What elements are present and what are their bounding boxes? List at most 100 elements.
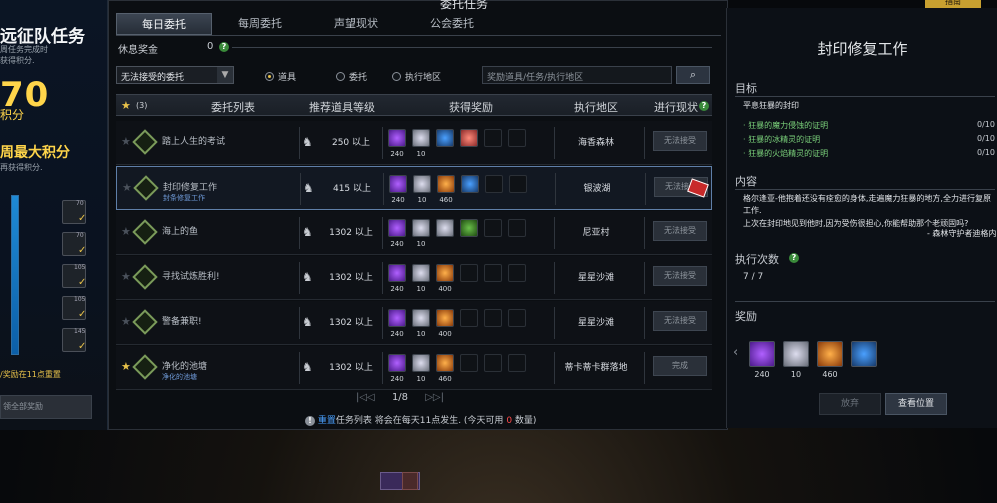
tab-reputation[interactable]: 声望现状 bbox=[308, 13, 404, 35]
quest-level: 250 以上 bbox=[331, 138, 371, 148]
expedition-desc-2: 获得积分. bbox=[0, 56, 35, 65]
detail-reward-2-qty: 10 bbox=[790, 370, 802, 379]
help-icon[interactable]: ? bbox=[219, 42, 229, 52]
next-page-icon[interactable]: ▷▷| bbox=[425, 392, 444, 403]
reward-item-icon[interactable] bbox=[388, 129, 406, 147]
quest-level: 1302 以上 bbox=[329, 228, 373, 238]
reward-slot-1[interactable]: 70 ✓ bbox=[62, 200, 86, 224]
radio-area[interactable]: 执行地区 bbox=[392, 70, 441, 83]
quest-filter-select[interactable]: 无法接受的委托 ▼ bbox=[116, 66, 234, 84]
reward-slot-2[interactable]: 70 ✓ bbox=[62, 232, 86, 256]
reward-item-icon[interactable] bbox=[413, 175, 431, 193]
table-row[interactable]: ★ 封印修复工作 封条修复工作 ♞ 415 以上 240 10 460 银波湖 无法接受 bbox=[116, 166, 712, 210]
quest-status-button[interactable]: 完成 bbox=[653, 356, 707, 376]
reward-qty: 10 bbox=[416, 240, 426, 248]
reward-qty: 10 bbox=[416, 375, 426, 383]
reward-item-icon[interactable] bbox=[436, 264, 454, 282]
item-icon bbox=[402, 472, 418, 490]
table-row[interactable]: ★ 寻找试炼胜利! ♞ 1302 以上 240 10 400 星星沙滩 无法接受 bbox=[116, 256, 712, 300]
favorite-star-icon[interactable]: ★ bbox=[121, 225, 131, 238]
reward-slot-5[interactable]: 145 ✓ bbox=[62, 328, 86, 352]
reward-item-icon[interactable] bbox=[436, 354, 454, 372]
reward-item-icon[interactable] bbox=[461, 175, 479, 193]
chevron-left-icon[interactable]: ‹ bbox=[733, 345, 738, 360]
favorite-star-icon[interactable]: ★ bbox=[121, 360, 131, 373]
divider bbox=[644, 307, 645, 339]
reward-slot-3[interactable]: 105 ✓ bbox=[62, 264, 86, 288]
helmet-icon: ♞ bbox=[302, 270, 313, 284]
empty-reward-slot bbox=[508, 129, 526, 147]
divider bbox=[644, 217, 645, 249]
help-icon[interactable]: ? bbox=[789, 253, 799, 263]
table-row[interactable]: ★ 净化的池塘 净化的池塘 ♞ 1302 以上 240 10 460 蒂卡蒂卡群落地 完成 bbox=[116, 346, 712, 390]
helmet-icon: ♞ bbox=[302, 315, 313, 329]
reward-item-icon[interactable] bbox=[412, 309, 430, 327]
search-button[interactable]: ⌕ bbox=[676, 66, 710, 84]
divider bbox=[382, 217, 383, 249]
quest-status-button[interactable]: 无法接受 bbox=[653, 266, 707, 286]
table-row[interactable]: ★ 海上的鱼 ♞ 1302 以上 240 10 尼亚村 无法接受 bbox=[116, 211, 712, 255]
empty-reward-slot bbox=[508, 309, 526, 327]
detail-title: 封印修复工作 bbox=[817, 40, 908, 58]
favorite-star-icon[interactable]: ★ bbox=[121, 315, 131, 328]
quest-filter-value: 无法接受的委托 bbox=[121, 73, 185, 83]
target-2: · 狂暴的冰精灵的证明 bbox=[743, 135, 821, 144]
helmet-icon: ♞ bbox=[302, 225, 313, 239]
reward-item-icon[interactable] bbox=[388, 264, 406, 282]
abandon-button[interactable]: 放弃 bbox=[819, 393, 881, 415]
quest-status-button[interactable]: 无法接受 bbox=[653, 131, 707, 151]
favorite-star-icon[interactable]: ★ bbox=[121, 270, 131, 283]
tab-guild[interactable]: 公会委托 bbox=[404, 13, 500, 35]
max-score-desc: 再获得积分. bbox=[0, 163, 43, 172]
quest-name: 海上的鱼 bbox=[162, 227, 199, 237]
empty-reward-slot bbox=[485, 175, 503, 193]
search-input[interactable]: 奖励道具/任务/执行地区 bbox=[482, 66, 672, 84]
helmet-icon: ♞ bbox=[303, 181, 314, 195]
reward-item-icon[interactable] bbox=[388, 354, 406, 372]
table-row[interactable]: ★ 踏上人生的考试 ♞ 250 以上 240 10 海香森林 无法接受 bbox=[116, 121, 712, 165]
helmet-icon: ♞ bbox=[302, 135, 313, 149]
quest-level: 415 以上 bbox=[332, 184, 372, 194]
reward-item-icon[interactable] bbox=[436, 309, 454, 327]
reward-item-icon[interactable] bbox=[460, 219, 478, 237]
table-row[interactable]: ★ 警备兼职! ♞ 1302 以上 240 10 400 星星沙滩 无法接受 bbox=[116, 301, 712, 345]
detail-reward-3[interactable] bbox=[817, 341, 843, 367]
reward-item-icon[interactable] bbox=[436, 129, 454, 147]
favorite-star-icon[interactable]: ★ bbox=[121, 135, 131, 148]
radio-item[interactable]: 道具 bbox=[265, 70, 296, 83]
claim-all-button[interactable]: 领全部奖励 bbox=[0, 395, 92, 419]
reward-item-icon[interactable] bbox=[460, 129, 478, 147]
reward-item-icon[interactable] bbox=[388, 219, 406, 237]
favorite-star-icon[interactable]: ★ bbox=[122, 181, 132, 194]
reward-item-icon[interactable] bbox=[412, 219, 430, 237]
reward-item-icon[interactable] bbox=[436, 219, 454, 237]
detail-reward-2[interactable] bbox=[783, 341, 809, 367]
reward-item-icon[interactable] bbox=[412, 354, 430, 372]
reward-qty: 10 bbox=[416, 330, 426, 338]
tab-daily[interactable]: 每日委托 bbox=[116, 13, 212, 35]
empty-reward-slot bbox=[508, 219, 526, 237]
quest-status-button[interactable]: 无法接受 bbox=[653, 311, 707, 331]
radio-quest[interactable]: 委托 bbox=[336, 70, 367, 83]
reward-slot-4[interactable]: 105 ✓ bbox=[62, 296, 86, 320]
reward-item-icon[interactable] bbox=[412, 264, 430, 282]
tab-weekly[interactable]: 每周委托 bbox=[212, 13, 308, 35]
view-location-button[interactable]: 查看位置 bbox=[885, 393, 947, 415]
reward-item-icon[interactable] bbox=[437, 175, 455, 193]
quest-area: 海香森林 bbox=[577, 138, 614, 148]
reward-qty: 240 bbox=[390, 330, 404, 338]
help-icon[interactable]: ? bbox=[699, 101, 709, 111]
reward-item-icon[interactable] bbox=[389, 175, 407, 193]
exec-count-label: 执行次数 bbox=[735, 253, 779, 266]
prev-page-icon[interactable]: |◁◁ bbox=[356, 392, 375, 403]
reward-item-icon[interactable] bbox=[388, 309, 406, 327]
reward-qty: 460 bbox=[438, 375, 452, 383]
reward-item-icon[interactable] bbox=[412, 129, 430, 147]
empty-reward-slot bbox=[460, 354, 478, 372]
detail-reward-1[interactable] bbox=[749, 341, 775, 367]
detail-reward-4[interactable] bbox=[851, 341, 877, 367]
quest-status-button[interactable]: 无法接受 bbox=[653, 221, 707, 241]
empty-reward-slot bbox=[484, 264, 502, 282]
divider bbox=[383, 173, 384, 205]
divider bbox=[554, 352, 555, 384]
